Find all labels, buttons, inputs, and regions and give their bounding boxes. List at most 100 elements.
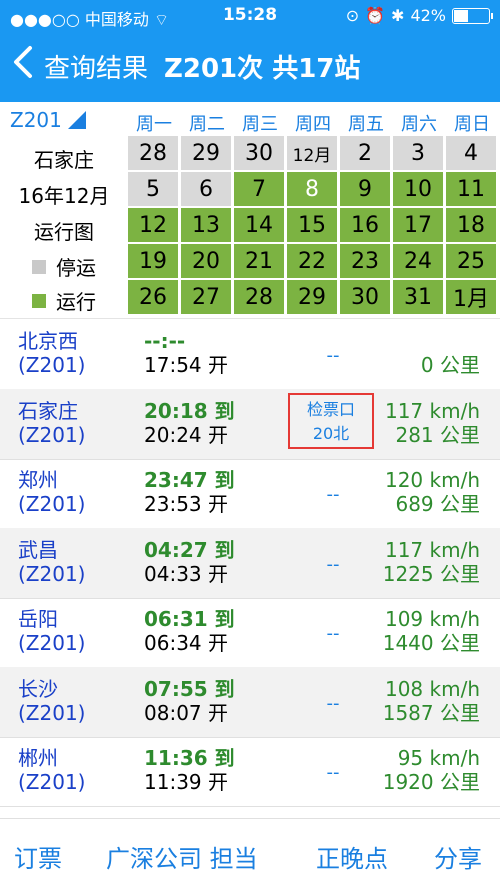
calendar-day[interactable]: 3 (393, 136, 443, 170)
calendar-day[interactable]: 8 (287, 172, 337, 206)
share-button[interactable]: 分享 (434, 839, 482, 874)
bottom-toolbar: 订票 广深公司 担当 正晚点 分享 (0, 818, 500, 889)
station-train-code: (Z201) (18, 492, 86, 516)
station-name: 石家庄 (18, 398, 78, 423)
calendar-day[interactable]: 28 (234, 280, 284, 314)
calendar-day[interactable]: 19 (128, 244, 178, 278)
station-name-block: 郑州 (Z201) (18, 468, 85, 516)
calendar-day[interactable]: 21 (234, 244, 284, 278)
station-speed: 108 km/h (384, 676, 480, 701)
weekday-header: 周一 (136, 114, 172, 135)
back-button[interactable] (10, 42, 42, 82)
calendar-day[interactable]: 24 (393, 244, 443, 278)
calendar-day[interactable]: 6 (181, 172, 231, 206)
station-row[interactable]: 石家庄 (Z201) 20:18 到 20:24 开检票口 20北 117 km/h 28… (0, 388, 500, 460)
arrival-time: 23:47 到 (144, 468, 235, 492)
station-row[interactable]: 郴州 (Z201) 11:36 到 11:39 开 -- 95 km/h 1920 公里 (0, 736, 500, 807)
calendar-day[interactable]: 12 (128, 208, 178, 242)
station-row[interactable]: 岳阳 (Z201) 06:31 到 06:34 开 -- 109 km/h 1440 公里 (0, 597, 500, 668)
calendar-day[interactable]: 2 (340, 136, 390, 170)
book-ticket-button[interactable]: 订票 (14, 839, 62, 874)
station-distance-block: 109 km/h 1440 公里 (300, 607, 480, 655)
on-time-status-button[interactable]: 正晚点 (316, 839, 388, 874)
calendar-day[interactable]: 29 (181, 136, 231, 170)
departure-time: 06:34 开 (144, 631, 228, 655)
calendar-day[interactable]: 27 (181, 280, 231, 314)
station-speed: 120 km/h (384, 468, 480, 492)
battery-icon (452, 7, 493, 24)
navigation-bar: 查询结果 Z201次 共17站 (0, 30, 500, 102)
departure-time: 17:54 开 (144, 353, 228, 377)
departure-time: 20:24 开 (144, 422, 228, 447)
calendar-day[interactable]: 1月 (446, 280, 496, 314)
station-name-block: 石家庄 (Z201) (18, 399, 85, 447)
chevron-left-icon (14, 46, 32, 78)
calendar-day[interactable]: 15 (287, 208, 337, 242)
calendar-day[interactable]: 9 (340, 172, 390, 206)
station-name-block: 岳阳 (Z201) (18, 607, 85, 655)
weekday-header: 周二 (189, 114, 225, 135)
calendar-day[interactable]: 17 (393, 208, 443, 242)
station-distance: 1440 公里 (382, 631, 480, 655)
month-label: 16年12月 (18, 184, 110, 208)
calendar-day[interactable]: 23 (340, 244, 390, 278)
station-speed: 117 km/h (384, 537, 480, 562)
station-train-code: (Z201) (18, 422, 86, 447)
calendar-day[interactable]: 10 (393, 172, 443, 206)
departure-time: 23:53 开 (144, 492, 228, 516)
lock-rotation-icon: ⊙ (345, 6, 360, 25)
station-times: 07:55 到 08:07 开 (144, 677, 294, 725)
calendar-day[interactable]: 26 (128, 280, 178, 314)
calendar-day[interactable]: 28 (128, 136, 178, 170)
weekday-header: 周六 (401, 114, 437, 135)
arrival-time: 06:31 到 (144, 607, 235, 631)
calendar-day[interactable]: 7 (234, 172, 284, 206)
station-distance: 1920 公里 (382, 770, 480, 794)
station-distance-block: 120 km/h 689 公里 (300, 468, 480, 516)
weekday-header: 周日 (454, 114, 490, 135)
calendar-day[interactable]: 16 (340, 208, 390, 242)
calendar-day[interactable]: 4 (446, 136, 496, 170)
calendar-day[interactable]: 30 (234, 136, 284, 170)
calendar-day[interactable]: 12月 (287, 136, 337, 170)
battery-percent: 42% (410, 6, 446, 25)
station-name: 岳阳 (18, 607, 58, 631)
station-row[interactable]: 北京西 (Z201) --:-- 17:54 开 -- 0 公里 (0, 319, 500, 390)
train-selector[interactable]: Z201 (10, 108, 86, 132)
calendar-day[interactable]: 5 (128, 172, 178, 206)
legend-stopped-label: 停运 (56, 256, 96, 280)
station-row[interactable]: 长沙 (Z201) 07:55 到 08:07 开 -- 108 km/h 1587 公里 (0, 666, 500, 738)
weekday-header: 周五 (348, 114, 384, 135)
station-distance-block: 117 km/h 281 公里 (300, 399, 480, 447)
calendar-day[interactable]: 25 (446, 244, 496, 278)
calendar-day[interactable]: 30 (340, 280, 390, 314)
station-name-block: 长沙 (Z201) (18, 677, 85, 725)
run-calendar: Z201 石家庄 16年12月 运行图 停运 运行 周一 周二 周三 周四 周五… (0, 102, 500, 314)
station-times: --:-- 17:54 开 (144, 329, 294, 377)
calendar-day[interactable]: 20 (181, 244, 231, 278)
station-distance: 281 公里 (395, 422, 480, 447)
station-row[interactable]: 郑州 (Z201) 23:47 到 23:53 开 -- 120 km/h 689 公里 (0, 458, 500, 529)
calendar-day[interactable]: 31 (393, 280, 443, 314)
station-distance: 1587 公里 (382, 700, 480, 725)
calendar-day[interactable]: 13 (181, 208, 231, 242)
weekday-header: 周三 (242, 114, 278, 135)
operating-company-button[interactable]: 广深公司 担当 (106, 839, 258, 874)
calendar-day[interactable]: 29 (287, 280, 337, 314)
station-times: 23:47 到 23:53 开 (144, 468, 294, 516)
station-row[interactable]: 武昌 (Z201) 04:27 到 04:33 开 -- 117 km/h 1225 公里 (0, 527, 500, 599)
station-distance-block: 108 km/h 1587 公里 (300, 677, 480, 725)
calendar-day[interactable]: 22 (287, 244, 337, 278)
run-map-label[interactable]: 运行图 (0, 216, 128, 245)
station-name-block: 武昌 (Z201) (18, 538, 85, 586)
station-speed: 95 km/h (397, 746, 480, 770)
calendar-day[interactable]: 14 (234, 208, 284, 242)
calendar-day[interactable]: 11 (446, 172, 496, 206)
running-swatch (32, 293, 46, 308)
calendar-day[interactable]: 18 (446, 208, 496, 242)
station-times: 04:27 到 04:33 开 (144, 538, 294, 586)
station-train-code: (Z201) (18, 561, 86, 586)
station-times: 11:36 到 11:39 开 (144, 746, 294, 794)
page-title: 查询结果 Z201次 共17站 (44, 48, 360, 85)
calendar-grid: 28 29 30 12月 2 3 4 5 6 7 8 9 10 11 12 13 14 15 16 17 18 19 20 2… (128, 136, 500, 314)
